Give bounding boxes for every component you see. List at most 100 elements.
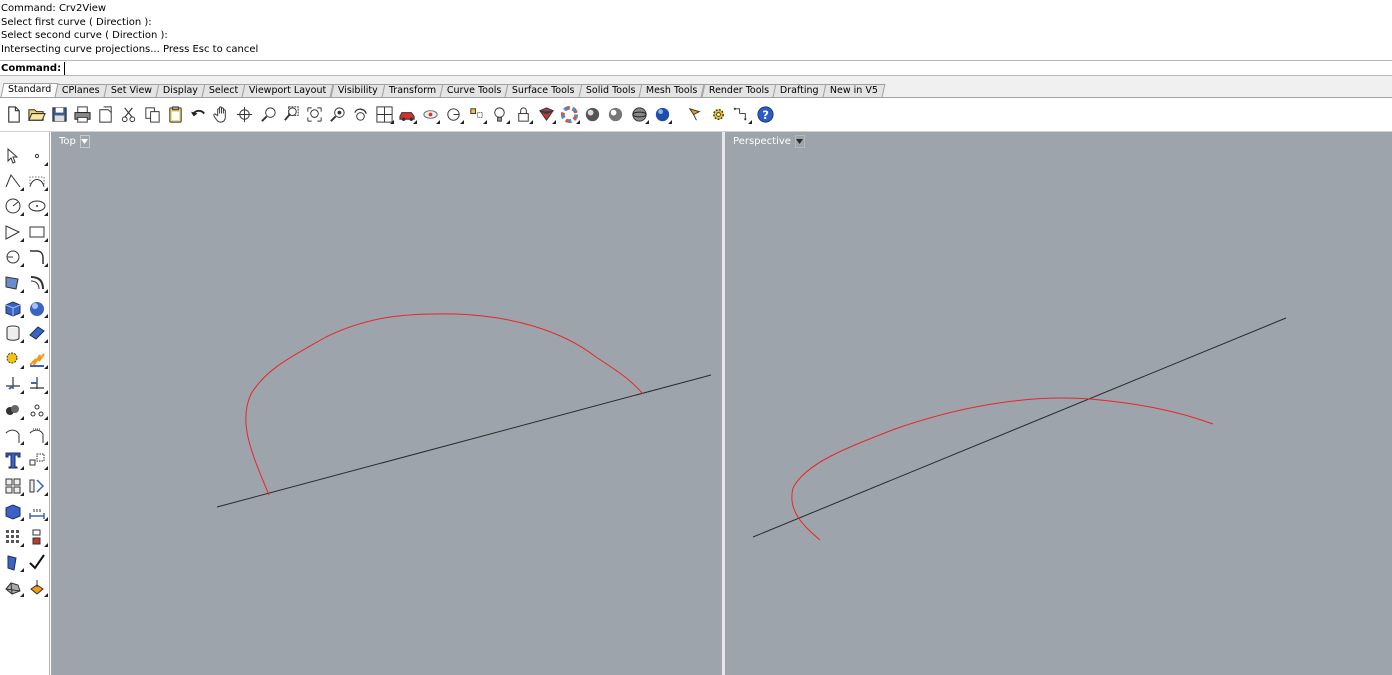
import-icon[interactable] [95,104,117,126]
osnap-icon[interactable] [731,104,753,126]
shaded-icon[interactable] [535,104,557,126]
sphere-icon[interactable] [605,104,627,126]
flag-icon[interactable] [684,104,706,126]
tab-cplanes[interactable]: CPlanes [54,84,108,97]
surface-points-icon[interactable] [1,271,25,295]
standard-toolbar: ? [0,98,1392,132]
tab-standard[interactable]: Standard [0,83,59,97]
car-eye-icon[interactable] [419,104,441,126]
four-viewports-icon[interactable] [373,104,395,126]
arc-icon[interactable] [1,245,25,269]
gear-move-icon[interactable] [1,347,25,371]
history-line: Intersecting curve projections... Press … [1,43,259,55]
lights-icon[interactable] [466,104,488,126]
command-history: Command: Crv2View Select first curve ( D… [0,0,1392,60]
mirror-icon[interactable] [25,474,49,498]
gear-icon[interactable] [708,104,730,126]
tab-display[interactable]: Display [155,84,206,97]
history-line: Command: Crv2View [1,3,107,14]
analyze-icon[interactable] [25,575,49,599]
rotate-view-icon[interactable] [234,104,256,126]
boolean-union-icon[interactable] [1,398,25,422]
offset-icon[interactable] [1,423,25,447]
undo-icon[interactable] [188,104,210,126]
undo-view-icon[interactable] [350,104,372,126]
toolbar-tabs: Standard CPlanes Set View Display Select… [0,83,1392,98]
block-icon[interactable] [25,525,49,549]
command-input[interactable] [64,61,665,75]
new-file-icon[interactable] [2,104,24,126]
tab-surface-tools[interactable]: Surface Tools [504,84,583,97]
fillet-curve-icon[interactable] [25,245,49,269]
trim-icon[interactable] [25,372,49,396]
main-toolbar [0,132,50,675]
tab-set-view[interactable]: Set View [103,84,160,97]
tab-new-in-v5[interactable]: New in V5 [822,84,886,97]
color-wheel-icon[interactable] [559,104,581,126]
zoom-window-icon[interactable] [280,104,302,126]
command-line: Command: [0,60,1392,76]
tab-drafting[interactable]: Drafting [772,84,827,97]
material-sphere-icon[interactable] [628,104,650,126]
viewport-top[interactable]: Top [51,132,722,675]
rebuild-icon[interactable] [25,423,49,447]
text-icon[interactable] [1,448,25,472]
array-icon[interactable] [25,398,49,422]
rendered-sphere-icon[interactable] [582,104,604,126]
save-icon[interactable] [48,104,70,126]
rectangle-icon[interactable] [25,220,49,244]
extrude-icon[interactable] [1,499,25,523]
cylinder-icon[interactable] [1,321,25,345]
check-icon[interactable] [25,550,49,574]
tab-mesh-tools[interactable]: Mesh Tools [639,84,706,97]
direction-line [216,374,712,508]
tab-visibility[interactable]: Visibility [330,84,385,97]
tab-curve-tools[interactable]: Curve Tools [439,84,509,97]
blue-sphere-icon[interactable] [651,104,673,126]
tab-select[interactable]: Select [201,84,246,97]
tab-render-tools[interactable]: Render Tools [701,84,777,97]
dimension-icon[interactable] [25,499,49,523]
tab-solid-tools[interactable]: Solid Tools [578,84,643,97]
ellipse-icon[interactable] [25,194,49,218]
tab-viewport-layout[interactable]: Viewport Layout [241,84,335,97]
history-line: Select first curve ( Direction ): [1,16,152,28]
surface-icon[interactable] [25,321,49,345]
lock-icon[interactable] [512,104,534,126]
zoom-selected-icon[interactable] [327,104,349,126]
red-curve [245,313,644,496]
pipe-icon[interactable] [1,550,25,574]
group-icon[interactable] [1,474,25,498]
viewport-perspective-geometry [752,317,1287,541]
point-icon[interactable] [25,144,49,168]
zoom-extents-icon[interactable] [303,104,325,126]
pan-hand-icon[interactable] [211,104,233,126]
explode-icon[interactable] [25,347,49,371]
paste-icon[interactable] [164,104,186,126]
select-arrow-icon[interactable] [1,144,25,168]
open-folder-icon[interactable] [25,104,47,126]
copy-icon[interactable] [141,104,163,126]
direction-line [752,317,1287,538]
help-icon[interactable]: ? [754,104,776,126]
print-icon[interactable] [72,104,94,126]
split-icon[interactable] [1,372,25,396]
grid-array-icon[interactable] [1,525,25,549]
zoom-icon[interactable] [257,104,279,126]
polyline-icon[interactable] [1,169,25,193]
cut-icon[interactable] [118,104,140,126]
viewport-perspective[interactable]: Perspective [725,132,1392,675]
car-icon[interactable] [396,104,418,126]
polygon-icon[interactable] [1,220,25,244]
box-icon[interactable] [1,296,25,320]
tab-transform[interactable]: Transform [381,84,444,97]
circle-icon[interactable] [1,194,25,218]
sphere-solid-icon[interactable] [25,296,49,320]
sweep-icon[interactable] [25,271,49,295]
toolbar-gap [0,76,1392,84]
ghosted-view-icon[interactable] [443,104,465,126]
scale-icon[interactable] [25,448,49,472]
mesh-icon[interactable] [1,575,25,599]
control-point-curve-icon[interactable] [25,169,49,193]
bulb-icon[interactable] [489,104,511,126]
